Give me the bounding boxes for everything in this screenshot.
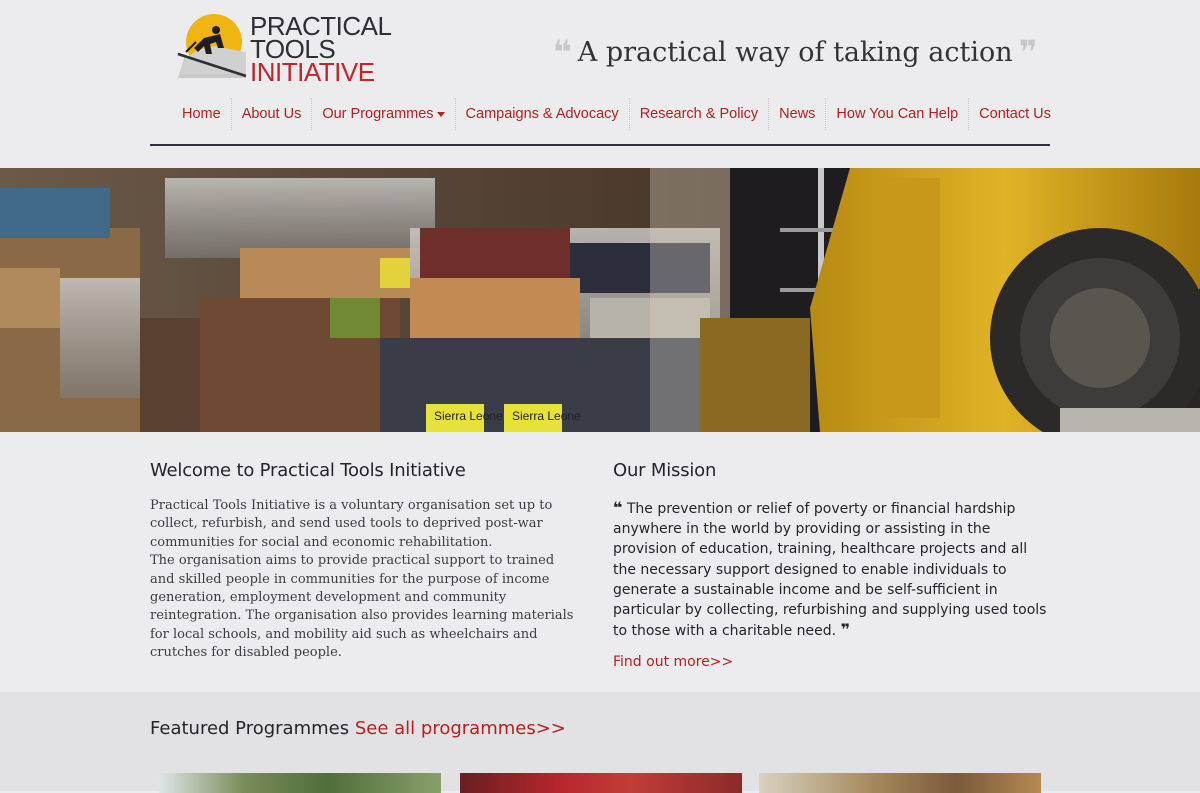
mission-quote-text: The prevention or relief of poverty or f…	[613, 501, 1047, 640]
nav-label: News	[779, 106, 816, 122]
programme-thumbnail-3[interactable]	[759, 773, 1041, 793]
logo-worker-icon	[177, 14, 247, 78]
nav-item-contact-us[interactable]: Contact Us	[969, 98, 1061, 130]
welcome-column: Welcome to Practical Tools Initiative Pr…	[150, 460, 580, 663]
nav-item-how-you-can-help[interactable]: How You Can Help	[826, 98, 970, 130]
content-section: Welcome to Practical Tools Initiative Pr…	[0, 432, 1200, 692]
nav-label: Contact Us	[979, 106, 1051, 122]
logo-text: PRACTICAL TOOLS INITIATIVE	[250, 13, 392, 87]
nav-item-about-us[interactable]: About Us	[232, 98, 313, 130]
welcome-paragraph-1: Practical Tools Initiative is a voluntar…	[150, 498, 553, 550]
site-logo[interactable]: PRACTICAL TOOLS INITIATIVE	[176, 12, 396, 86]
nav-label: About Us	[241, 106, 302, 122]
nav-item-research-policy[interactable]: Research & Policy	[630, 98, 770, 130]
welcome-paragraph-2: The organisation aims to provide practic…	[150, 553, 574, 661]
featured-heading: Featured Programmes See all programmes>>	[150, 718, 566, 739]
close-quote-icon: ❞	[1018, 33, 1038, 71]
nav-label: How You Can Help	[836, 106, 959, 122]
logo-line-initiative: INITIATIVE	[250, 57, 375, 87]
tagline-text: A practical way of taking action	[577, 36, 1013, 68]
featured-programmes-section: Featured Programmes See all programmes>>	[0, 692, 1200, 793]
box-label-2: Sierra Leone	[512, 409, 581, 423]
nav-label: Home	[182, 106, 221, 122]
mission-column: Our Mission ❝ The prevention or relief o…	[613, 460, 1053, 671]
open-quote-icon: ❝	[553, 33, 572, 71]
nav-label: Research & Policy	[639, 106, 759, 122]
find-out-more-link[interactable]: Find out more>>	[613, 654, 733, 670]
box-label-1: Sierra Leone	[434, 409, 503, 423]
see-all-programmes-link[interactable]: See all programmes>>	[355, 718, 566, 739]
mission-quote: ❝ The prevention or relief of poverty or…	[613, 498, 1053, 641]
site-header: PRACTICAL TOOLS INITIATIVE ❝ A practical…	[0, 0, 1200, 168]
nav-item-our-programmes[interactable]: Our Programmes	[312, 98, 456, 130]
caret-down-icon	[436, 111, 445, 117]
open-quote-icon: ❝	[613, 498, 623, 517]
nav-label: Campaigns & Advocacy	[465, 106, 619, 122]
close-quote-icon: ❞	[840, 620, 850, 640]
nav-divider	[150, 144, 1050, 146]
hero-warehouse-photo: Sierra Leone Sierra Leone	[0, 168, 1200, 432]
hero-image: Sierra Leone Sierra Leone	[0, 168, 1200, 432]
nav-item-news[interactable]: News	[769, 98, 827, 130]
programme-thumbnail-2[interactable]	[460, 773, 742, 793]
main-nav: Home About Us Our Programmes Campaigns &…	[172, 98, 1061, 130]
welcome-text: Practical Tools Initiative is a voluntar…	[150, 497, 580, 663]
programme-thumbnail-1[interactable]	[159, 773, 441, 793]
welcome-title: Welcome to Practical Tools Initiative	[150, 460, 466, 481]
nav-label: Our Programmes	[322, 106, 434, 122]
nav-item-campaigns-advocacy[interactable]: Campaigns & Advocacy	[456, 98, 630, 130]
featured-title: Featured Programmes	[150, 718, 350, 739]
nav-item-home[interactable]: Home	[172, 98, 232, 130]
site-tagline: ❝ A practical way of taking action ❞	[553, 30, 1037, 74]
mission-title: Our Mission	[613, 460, 717, 481]
